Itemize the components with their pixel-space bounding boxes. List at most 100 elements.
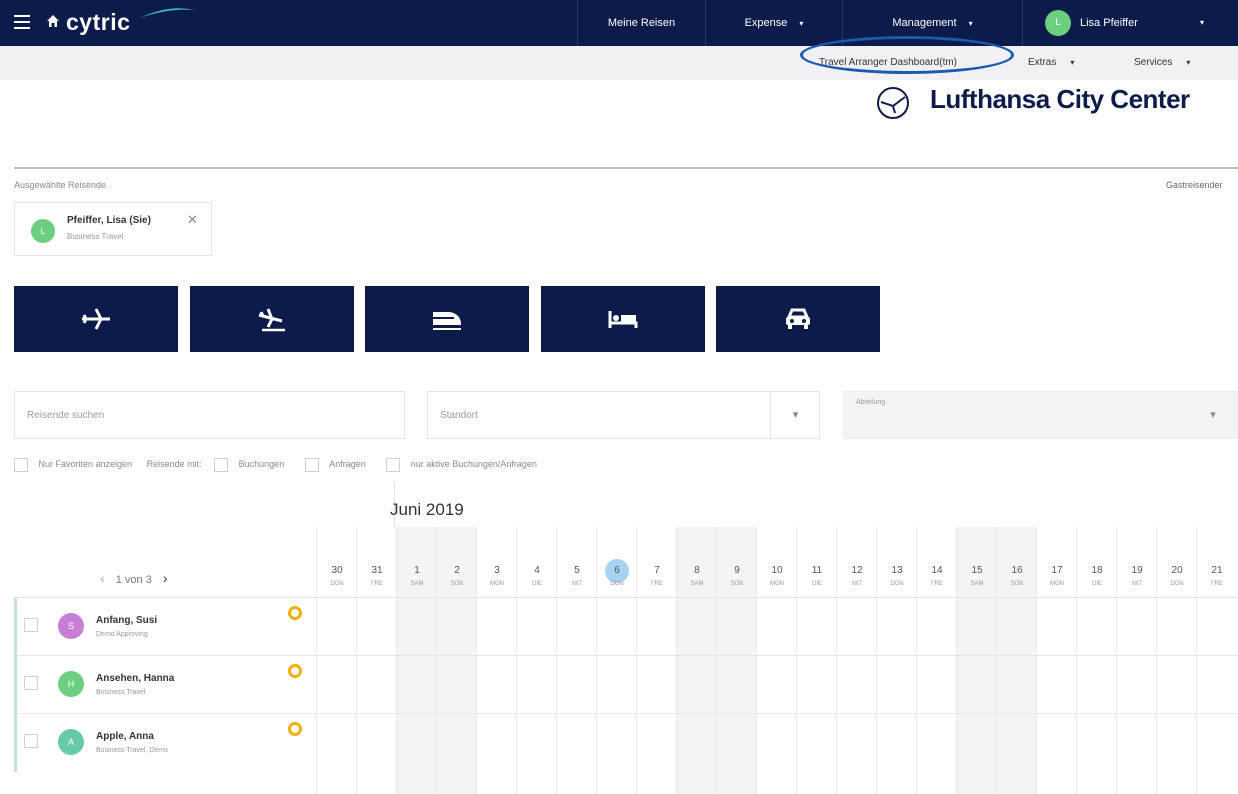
calendar-day-column: 8 SAM xyxy=(676,527,716,794)
home-icon[interactable] xyxy=(46,14,60,28)
traveler-row[interactable]: H Ansehen, Hanna Business Travel xyxy=(14,656,316,714)
favorite-toggle-icon[interactable] xyxy=(288,722,302,736)
day-number[interactable]: 9 xyxy=(717,565,757,576)
traveler-checkbox[interactable] xyxy=(24,676,38,690)
day-number[interactable]: 11 xyxy=(797,565,837,576)
train-icon xyxy=(433,312,461,330)
brand-name: Lufthansa City Center xyxy=(930,84,1190,114)
chevron-down-icon[interactable]: ▾ xyxy=(1200,0,1204,46)
calendar-day-column: 2 SON xyxy=(436,527,476,794)
user-avatar[interactable]: L xyxy=(1045,10,1071,36)
user-name[interactable]: Lisa Pfeiffer xyxy=(1080,0,1138,46)
car-icon xyxy=(786,308,810,329)
day-number[interactable]: 10 xyxy=(757,565,797,576)
day-number[interactable]: 16 xyxy=(997,565,1037,576)
traveler-row[interactable]: A Apple, Anna Business Travel, Demo xyxy=(14,714,316,772)
traveler-search-input[interactable]: Reisende suchen xyxy=(14,391,405,439)
extras-menu[interactable]: Extras ▾ xyxy=(1028,46,1074,80)
day-number[interactable]: 6 xyxy=(597,565,637,576)
active-only-checkbox[interactable] xyxy=(386,457,401,472)
calendar-day-column: 31 FRE xyxy=(356,527,396,794)
avatar: H xyxy=(58,671,84,697)
traveler-name[interactable]: Anfang, Susi xyxy=(96,615,157,626)
day-number[interactable]: 18 xyxy=(1077,565,1117,576)
chevron-down-icon[interactable]: ▾ xyxy=(1188,391,1238,439)
day-number[interactable]: 4 xyxy=(517,565,557,576)
traveler-name[interactable]: Ansehen, Hanna xyxy=(96,673,174,684)
day-of-week: MON xyxy=(770,581,784,587)
calendar-day-column: 1 SAM xyxy=(396,527,436,794)
location-select[interactable]: Standort xyxy=(427,391,820,439)
day-of-week: SON xyxy=(450,581,464,587)
day-of-week: FRE xyxy=(371,581,383,587)
hamburger-menu-icon[interactable] xyxy=(14,15,30,29)
day-number[interactable]: 30 xyxy=(317,565,357,576)
chevron-down-icon: ▾ xyxy=(1070,58,1075,67)
day-of-week: FRE xyxy=(931,581,943,587)
day-number[interactable]: 1 xyxy=(397,565,437,576)
services-menu[interactable]: Services ▾ xyxy=(1134,46,1190,80)
traveler-checkbox[interactable] xyxy=(24,734,38,748)
day-number[interactable]: 13 xyxy=(877,565,917,576)
day-number[interactable]: 21 xyxy=(1197,565,1237,576)
train-booking-button[interactable] xyxy=(365,286,529,352)
day-of-week: DON xyxy=(610,581,624,587)
traveler-row[interactable]: S Anfang, Susi Demo Approving xyxy=(14,598,316,656)
day-number[interactable]: 19 xyxy=(1117,565,1157,576)
calendar-day-column: 21 FRE xyxy=(1196,527,1236,794)
guest-traveler-link[interactable]: Gastreisender xyxy=(1166,180,1223,190)
flight-booking-button[interactable] xyxy=(14,286,178,352)
requests-checkbox[interactable] xyxy=(304,457,319,472)
calendar-day-column: 16 SON xyxy=(996,527,1036,794)
favorites-checkbox[interactable] xyxy=(14,457,28,472)
day-number[interactable]: 3 xyxy=(477,565,517,576)
car-rental-button[interactable] xyxy=(716,286,880,352)
day-number[interactable]: 31 xyxy=(357,565,397,576)
nav-expense[interactable]: Expense ▾ xyxy=(705,0,842,46)
day-of-week: DIE xyxy=(811,581,822,587)
flight-arrival-button[interactable] xyxy=(190,286,354,352)
day-number[interactable]: 20 xyxy=(1157,565,1197,576)
calendar-day-column: 4 DIE xyxy=(516,527,556,794)
day-of-week: FRE xyxy=(651,581,663,587)
day-number[interactable]: 2 xyxy=(437,565,477,576)
chevron-left-icon[interactable]: ‹ xyxy=(100,570,105,586)
calendar-day-column: 19 MIT xyxy=(1116,527,1156,794)
department-select[interactable]: Abteilung xyxy=(843,391,1238,439)
favorite-toggle-icon[interactable] xyxy=(288,664,302,678)
day-of-week: MIT xyxy=(1131,581,1143,587)
calendar-day-column: 13 DON xyxy=(876,527,916,794)
calendar-day-column: 11 DIE xyxy=(796,527,836,794)
favorite-toggle-icon[interactable] xyxy=(288,606,302,620)
top-navigation-bar: cytric Meine Reisen Expense ▾ Management ▾… xyxy=(0,0,1238,46)
calendar-day-column: 14 FRE xyxy=(916,527,956,794)
traveler-name[interactable]: Apple, Anna xyxy=(96,731,154,742)
day-number[interactable]: 8 xyxy=(677,565,717,576)
day-number[interactable]: 7 xyxy=(637,565,677,576)
close-icon[interactable]: ✕ xyxy=(187,212,198,228)
traveler-name: Pfeiffer, Lisa (Sie) xyxy=(67,215,151,226)
logo-swoosh-icon xyxy=(140,8,196,18)
cytric-logo[interactable]: cytric xyxy=(66,9,130,36)
calendar-day-column: 6 DON xyxy=(596,527,636,794)
chevron-right-icon[interactable]: › xyxy=(163,570,168,586)
nav-meine-reisen[interactable]: Meine Reisen xyxy=(577,0,705,46)
day-number[interactable]: 15 xyxy=(957,565,997,576)
day-number[interactable]: 17 xyxy=(1037,565,1077,576)
day-of-week: DIE xyxy=(531,581,542,587)
travelers-with-label: Reisende mit: xyxy=(146,459,202,469)
calendar-day-column: 5 MIT xyxy=(556,527,596,794)
chevron-down-icon[interactable]: ▾ xyxy=(770,391,820,439)
hotel-bed-icon xyxy=(608,311,638,328)
day-number[interactable]: 12 xyxy=(837,565,877,576)
traveler-checkbox[interactable] xyxy=(24,618,38,632)
bookings-checkbox[interactable] xyxy=(214,457,229,472)
calendar-day-column: 9 SON xyxy=(716,527,756,794)
avatar: S xyxy=(58,613,84,639)
day-number[interactable]: 5 xyxy=(557,565,597,576)
day-number[interactable]: 14 xyxy=(917,565,957,576)
airplane-icon xyxy=(82,308,110,330)
hotel-booking-button[interactable] xyxy=(541,286,705,352)
day-of-week: DON xyxy=(330,581,344,587)
pagination: ‹ 1 von 3 › xyxy=(100,570,168,586)
